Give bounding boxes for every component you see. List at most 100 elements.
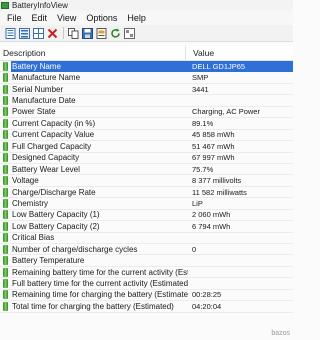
table-row[interactable]: Number of charge/discharge cycles 0 <box>0 244 293 256</box>
battery-icon <box>3 256 8 266</box>
battery-icon <box>3 107 8 117</box>
row-value: 8 377 millivolts <box>192 176 242 186</box>
save-icon[interactable] <box>81 27 94 40</box>
battery-icon <box>3 279 8 289</box>
row-value <box>188 232 293 243</box>
row-description: Battery Name <box>11 60 188 72</box>
row-description: Manufacture Date <box>12 96 76 106</box>
row-description: Full battery time for the current activi… <box>12 279 188 289</box>
row-description: Designed Capacity <box>12 153 80 163</box>
battery-icon <box>3 141 8 151</box>
table-row[interactable]: Current Capacity Value 45 858 mWh <box>0 129 293 142</box>
battery-icon <box>3 221 8 231</box>
table-row[interactable]: Remaining time for charging the battery … <box>0 289 293 302</box>
battery-icon <box>3 210 8 220</box>
row-description: Battery Temperature <box>12 256 85 266</box>
row-value: 04:20:04 <box>192 301 222 311</box>
table-row[interactable]: Battery Wear Level 75.7% <box>0 163 293 176</box>
column-header-value[interactable]: Value <box>186 48 214 58</box>
menu-help[interactable]: Help <box>127 13 146 23</box>
row-value: 75.7% <box>192 164 214 174</box>
menu-bar: File Edit View Options Help <box>0 11 293 25</box>
refresh-icon[interactable] <box>109 27 122 40</box>
row-value: 6 794 mWh <box>192 221 231 231</box>
menu-view[interactable]: View <box>57 13 76 23</box>
table-row[interactable]: Manufacture Date <box>0 95 293 107</box>
row-description: Low Battery Capacity (2) <box>12 221 100 231</box>
table-row[interactable]: Manufacture Name SMP <box>0 72 293 84</box>
table-row[interactable]: Chemistry LiP <box>0 198 293 210</box>
battery-icon <box>3 176 8 186</box>
table-row[interactable]: Battery Name DELL GD1JP65 <box>0 60 293 73</box>
row-value <box>188 278 293 289</box>
html-report-icon[interactable] <box>95 27 108 40</box>
table-row[interactable]: Serial Number 3441 <box>0 83 293 96</box>
row-value <box>188 267 293 278</box>
list-view-icon[interactable] <box>18 27 31 40</box>
table-row[interactable]: Total time for charging the battery (Est… <box>0 301 293 313</box>
table-row[interactable]: Low Battery Capacity (1) 2 060 mWh <box>0 209 293 222</box>
row-description: Remaining time for charging the battery … <box>12 290 188 300</box>
row-value <box>188 95 293 106</box>
about-icon[interactable] <box>123 27 136 40</box>
table-body: Battery Name DELL GD1JP65 Manufacture Name… <box>0 60 293 313</box>
row-description: Remaining battery time for the current a… <box>12 267 188 277</box>
row-description: Full Charged Capacity <box>12 141 92 151</box>
table-row[interactable]: Power State Charging, AC Power <box>0 106 293 119</box>
row-value: DELL GD1JP65 <box>188 60 293 72</box>
row-description: Current Capacity (in %) <box>12 118 96 128</box>
table-row[interactable]: Voltage 8 377 millivolts <box>0 175 293 187</box>
row-description: Voltage <box>12 176 39 186</box>
table-header: Description Value <box>0 46 293 61</box>
table-row[interactable]: Critical Bias <box>0 232 293 244</box>
battery-icon <box>3 187 8 197</box>
battery-icon <box>3 130 8 140</box>
table-row[interactable]: Charge/Discharge Rate 11 582 milliwatts <box>0 186 293 199</box>
delete-icon[interactable] <box>46 27 59 40</box>
row-value: 2 060 mWh <box>192 210 231 220</box>
column-header-description[interactable]: Description <box>0 46 186 60</box>
row-description: Critical Bias <box>12 233 55 243</box>
toolbar <box>0 25 293 42</box>
row-description: Battery Wear Level <box>12 164 80 174</box>
row-description: Charge/Discharge Rate <box>12 187 96 197</box>
row-value: 51 467 mWh <box>192 141 235 151</box>
grid-view-icon[interactable] <box>32 27 45 40</box>
row-description: Total time for charging the battery (Est… <box>12 301 174 311</box>
row-value: 89.1% <box>192 118 214 128</box>
battery-icon <box>3 164 8 174</box>
row-value <box>188 255 293 266</box>
row-description: Power State <box>12 107 56 117</box>
table-row[interactable]: Battery Temperature <box>0 255 293 267</box>
menu-file[interactable]: File <box>7 13 22 23</box>
battery-icon <box>3 153 8 163</box>
row-value: 45 858 mWh <box>192 130 235 140</box>
table-row[interactable]: Current Capacity (in %) 89.1% <box>0 118 293 130</box>
table-row[interactable]: Low Battery Capacity (2) 6 794 mWh <box>0 221 293 233</box>
row-description: Current Capacity Value <box>12 130 95 140</box>
row-value: LiP <box>192 198 203 208</box>
row-description: Low Battery Capacity (1) <box>12 210 100 220</box>
watermark-text: bazos <box>271 330 290 337</box>
row-value: 0 <box>192 244 197 254</box>
battery-icon <box>3 84 8 94</box>
row-description: Number of charge/discharge cycles <box>12 244 138 254</box>
row-value: 11 582 milliwatts <box>192 187 247 197</box>
row-value: 3441 <box>192 84 209 94</box>
table-row[interactable]: Full battery time for the current activi… <box>0 278 293 290</box>
row-description: Manufacture Name <box>12 73 81 83</box>
table-row[interactable]: Remaining battery time for the current a… <box>0 266 293 279</box>
toolbar-separator <box>63 27 64 39</box>
battery-icon <box>3 61 8 71</box>
copy-icon[interactable] <box>67 27 80 40</box>
battery-icon <box>3 96 8 106</box>
row-description: Chemistry <box>12 198 49 208</box>
table-row[interactable]: Full Charged Capacity 51 467 mWh <box>0 141 293 153</box>
row-value: 00:28:25 <box>192 290 222 300</box>
properties-icon[interactable] <box>4 27 17 40</box>
table-row[interactable]: Designed Capacity 67 997 mWh <box>0 152 293 164</box>
title-bar: BatteryInfoView <box>0 0 293 11</box>
menu-edit[interactable]: Edit <box>32 13 48 23</box>
menu-options[interactable]: Options <box>86 13 117 23</box>
battery-icon <box>3 244 8 254</box>
